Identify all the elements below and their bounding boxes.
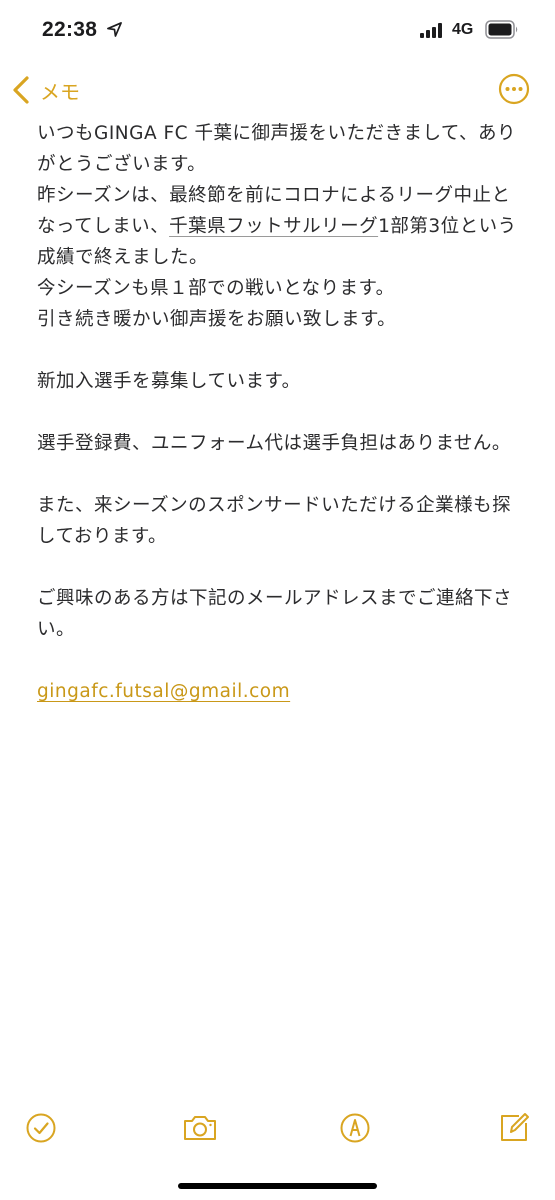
compose-button[interactable] <box>497 1111 531 1145</box>
note-body[interactable]: いつもGINGA FC 千葉に御声援をいただきまして、ありがとうございます。 昨… <box>37 118 527 707</box>
note-paragraph-recruiting: 新加入選手を募集しています。 <box>37 371 301 392</box>
back-label: メモ <box>40 79 80 104</box>
nav-bar: メモ <box>0 62 555 118</box>
note-paragraph-contact: ご興味のある方は下記のメールアドレスまでご連絡下さい。 <box>37 588 513 640</box>
note-paragraph-this-season: 今シーズンも県１部での戦いとなります。 <box>37 278 395 299</box>
network-type: 4G <box>452 21 474 38</box>
camera-button[interactable] <box>182 1111 218 1145</box>
camera-icon <box>184 1116 216 1140</box>
battery-icon <box>485 20 518 39</box>
markup-button[interactable] <box>338 1111 372 1145</box>
note-paragraph-support: 引き続き暖かい御声援をお願い致します。 <box>37 309 397 330</box>
ellipsis-circle-icon[interactable] <box>498 73 530 105</box>
note-paragraph-sponsors: また、来シーズンのスポンサードいただける企業様も探しております。 <box>37 495 512 547</box>
email-link[interactable]: gingafc.futsal@gmail.com <box>37 681 290 702</box>
chevron-left-icon <box>13 76 29 104</box>
location-arrow-icon <box>107 22 122 37</box>
status-time: 22:38 <box>42 18 98 41</box>
league-name-link[interactable]: 千葉県フットサルリーグ <box>169 216 378 237</box>
checklist-icon <box>26 1113 56 1143</box>
note-paragraph-last-season: 昨シーズンは、最終節を前にコロナによるリーグ中止となってしまい、千葉県フットサル… <box>37 180 527 273</box>
compose-icon <box>501 1113 529 1141</box>
markup-icon <box>340 1113 370 1143</box>
checklist-button[interactable] <box>24 1111 58 1145</box>
home-indicator[interactable] <box>178 1183 377 1189</box>
notes-screen: 22:38 4G メモ いつもGINGA FC 千葉に御声援をいただきまして、あ… <box>0 0 555 1200</box>
bottom-toolbar <box>0 1105 555 1155</box>
note-paragraph-greeting: いつもGINGA FC 千葉に御声援をいただきまして、ありがとうございます。 <box>37 123 516 175</box>
status-bar: 22:38 4G <box>0 0 555 62</box>
signal-bars-icon <box>420 23 442 38</box>
note-paragraph-fees: 選手登録費、ユニフォーム代は選手負担はありません。 <box>37 433 511 454</box>
back-button[interactable]: メモ <box>10 72 88 108</box>
